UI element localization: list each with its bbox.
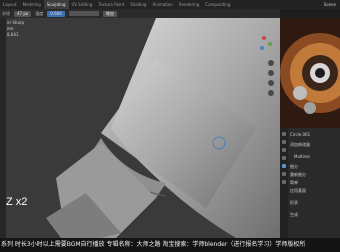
tool-tab-icon[interactable]	[282, 132, 286, 136]
resubdivide-button[interactable]: 重新细分	[290, 172, 306, 178]
direction-toggle[interactable]: 增加	[102, 10, 117, 17]
strength-field[interactable]: 0.600	[47, 10, 65, 17]
menubar: Layout Modeling Sculpting UV Editing Tex…	[0, 0, 340, 9]
gizmo-z-axis-icon[interactable]	[260, 46, 264, 50]
object-tab-icon[interactable]	[282, 172, 286, 176]
add-modifier-button[interactable]: 添加修改器	[290, 142, 310, 148]
shape-section[interactable]: 形状	[290, 200, 298, 206]
simple-button[interactable]: 简单	[290, 180, 298, 186]
overlay-text-1: er Sharp	[7, 20, 25, 25]
zoom-icon[interactable]	[268, 60, 274, 66]
modifier-tab-icon[interactable]	[282, 164, 286, 168]
radius-field[interactable]: 47 px	[14, 10, 32, 17]
material-tab-icon[interactable]	[282, 180, 286, 184]
render-preview	[280, 18, 340, 128]
camera-icon[interactable]	[268, 80, 274, 86]
tab-texture-paint[interactable]: Texture Paint	[95, 0, 127, 9]
overlay-text-2: ero	[7, 26, 14, 31]
scene-tab-icon[interactable]	[282, 156, 286, 160]
subdivide-button[interactable]: 细分	[290, 164, 298, 170]
output-tab-icon[interactable]	[282, 148, 286, 152]
properties-panel: Circle.001 添加修改器 Multires 细分 重新细分 简单 应用基…	[280, 128, 340, 238]
tool-header: 半径 47 px 强度 0.600 增加	[0, 9, 280, 18]
strength-label: 强度	[35, 10, 44, 16]
tab-compositing[interactable]: Compositing	[202, 0, 233, 9]
properties-tabs	[280, 128, 288, 238]
key-hint: Z x2	[6, 196, 28, 208]
overlay-text-3: 8,641	[7, 32, 19, 37]
radius-label: 半径	[2, 10, 10, 16]
grid-icon[interactable]	[268, 90, 274, 96]
apply-base-button[interactable]: 应用基面	[290, 188, 306, 194]
video-subtitle: 系列 时长3小时以上需要BGM自行播放 专辑名称：大师之路 淘宝搜索：学师ble…	[0, 238, 340, 252]
tab-layout[interactable]: Layout	[0, 0, 20, 9]
preview-image	[280, 18, 340, 128]
tab-sculpting[interactable]: Sculpting	[43, 0, 69, 9]
generate-section[interactable]: 生成	[290, 212, 298, 218]
pan-icon[interactable]	[268, 70, 274, 76]
modifier-name[interactable]: Multires	[294, 154, 310, 159]
tab-animation[interactable]: Animation	[149, 0, 175, 9]
gizmo-y-axis-icon[interactable]	[268, 42, 272, 46]
render-tab-icon[interactable]	[282, 140, 286, 144]
scene-selector[interactable]: Scene	[320, 0, 340, 9]
sculpt-mesh	[46, 18, 280, 238]
tab-uv-editing[interactable]: UV Editing	[69, 0, 96, 9]
gizmo-x-axis-icon[interactable]	[262, 36, 266, 40]
tab-rendering[interactable]: Rendering	[176, 0, 202, 9]
3d-viewport[interactable]: er Sharp ero 8,641 Z x2	[6, 18, 280, 238]
tab-modeling[interactable]: Modeling	[20, 0, 44, 9]
object-name: Circle.001	[290, 132, 311, 137]
tab-shading[interactable]: Shading	[127, 0, 149, 9]
strength-slider[interactable]	[68, 11, 99, 16]
